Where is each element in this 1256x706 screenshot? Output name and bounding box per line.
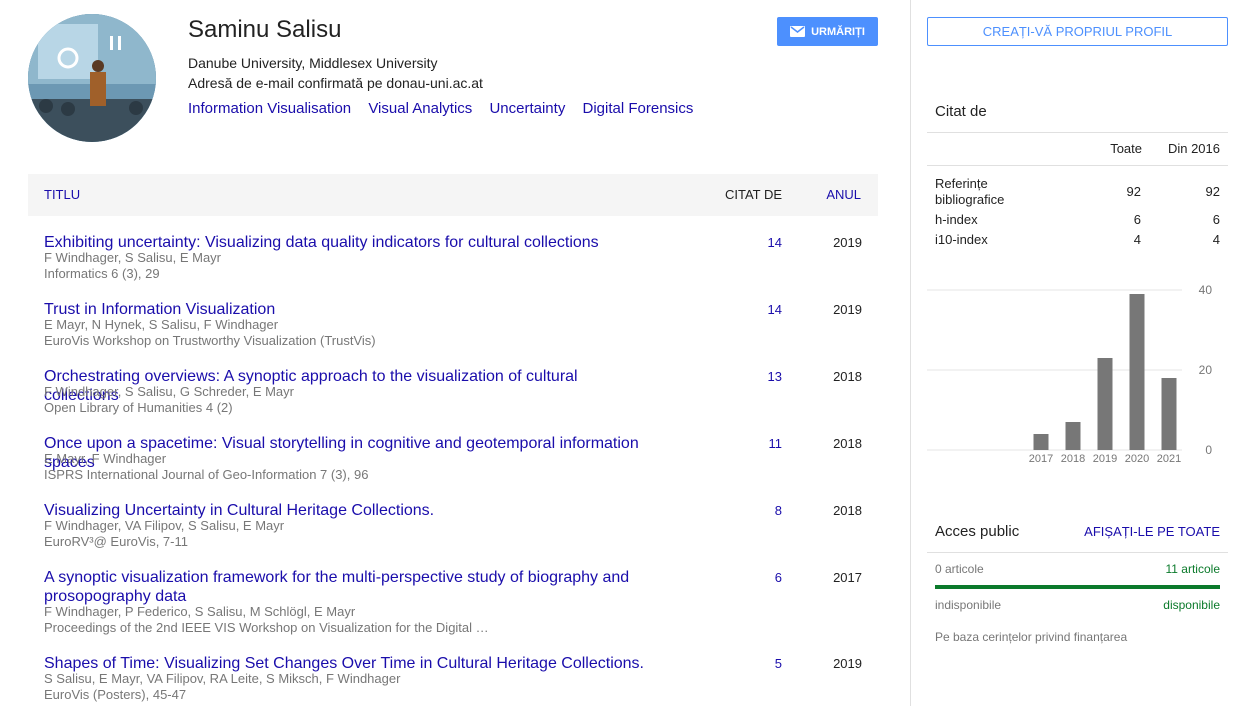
- available-count[interactable]: 11 articole: [1166, 562, 1220, 576]
- metric-all: 92: [1126, 184, 1141, 199]
- article-authors: F Windhager, S Salisu, E Mayr: [44, 250, 222, 265]
- article-row: Exhibiting uncertainty: Visualizing data…: [28, 224, 878, 291]
- citation-bar[interactable]: [1129, 294, 1145, 450]
- x-tick-label: 2020: [1125, 453, 1149, 465]
- articles-list: Exhibiting uncertainty: Visualizing data…: [28, 224, 878, 706]
- article-cited-by[interactable]: 11: [769, 436, 783, 451]
- citation-bar[interactable]: [1097, 358, 1113, 450]
- citations-row: Referințe bibliografice 92 92: [927, 176, 1228, 208]
- article-row: A synoptic visualization framework for t…: [28, 559, 878, 645]
- y-tick-label: 20: [1199, 363, 1213, 377]
- metric-label: i10-index: [935, 232, 988, 247]
- x-tick-label: 2018: [1061, 453, 1085, 465]
- view-all-link[interactable]: AFIȘAȚI-LE PE TOATE: [1084, 524, 1220, 539]
- public-access-title: Acces public: [935, 523, 1020, 540]
- article-authors: F Windhager, S Salisu, G Schreder, E May…: [44, 384, 294, 399]
- metric-since: 6: [1212, 212, 1220, 227]
- divider: [927, 132, 1228, 133]
- col-all-header: Toate: [1110, 141, 1142, 156]
- i10-index-row: i10-index 4 4: [927, 232, 1228, 248]
- divider: [927, 165, 1228, 166]
- follow-button-label: URMĂRIȚI: [811, 25, 865, 38]
- follow-button[interactable]: URMĂRIȚI: [777, 17, 878, 46]
- article-title[interactable]: A synoptic visualization framework for t…: [44, 568, 654, 606]
- profile-photo: [28, 14, 156, 142]
- article-year: 2019: [833, 656, 862, 671]
- profile-email-verified: Adresă de e-mail confirmată pe donau-uni…: [188, 75, 483, 91]
- available-label: disponibile: [1163, 598, 1220, 612]
- article-year: 2018: [833, 503, 862, 518]
- y-tick-label: 40: [1199, 283, 1213, 297]
- cited-by-title: Citat de: [935, 103, 987, 120]
- articles-table-header: TITLU CITAT DE ANUL: [28, 174, 878, 216]
- article-publication: EuroVis Workshop on Trustworthy Visualiz…: [44, 333, 376, 348]
- article-cited-by[interactable]: 14: [768, 235, 782, 250]
- research-interests: Information Visualisation Visual Analyti…: [188, 100, 706, 117]
- y-tick-label: 0: [1205, 443, 1212, 457]
- cited-by-header: CITAT DE: [725, 187, 783, 202]
- article-year: 2019: [833, 302, 862, 317]
- article-row: Orchestrating overviews: A synoptic appr…: [28, 358, 878, 425]
- sort-by-title[interactable]: TITLU: [44, 187, 80, 202]
- x-tick-label: 2019: [1093, 453, 1117, 465]
- article-cited-by[interactable]: 13: [768, 369, 782, 384]
- interest-link[interactable]: Visual Analytics: [368, 100, 472, 117]
- article-publication: ISPRS International Journal of Geo-Infor…: [44, 467, 369, 482]
- interest-link[interactable]: Information Visualisation: [188, 100, 351, 117]
- profile-name: Saminu Salisu: [188, 16, 342, 43]
- public-access-bar: [935, 585, 1220, 589]
- sidebar-divider: [910, 0, 911, 706]
- article-year: 2018: [833, 436, 862, 451]
- article-row: Shapes of Time: Visualizing Set Changes …: [28, 645, 878, 706]
- x-tick-label: 2017: [1029, 453, 1053, 465]
- x-tick-label: 2021: [1157, 453, 1181, 465]
- funding-note: Pe baza cerințelor privind finanțarea: [935, 630, 1128, 644]
- article-year: 2019: [833, 235, 862, 250]
- unavailable-count[interactable]: 0 articole: [935, 562, 984, 576]
- article-publication: Open Library of Humanities 4 (2): [44, 400, 233, 415]
- metric-label: h-index: [935, 212, 978, 227]
- article-publication: Proceedings of the 2nd IEEE VIS Workshop…: [44, 620, 489, 635]
- article-row: Visualizing Uncertainty in Cultural Heri…: [28, 492, 878, 559]
- article-cited-by[interactable]: 5: [775, 656, 782, 671]
- interest-link[interactable]: Digital Forensics: [583, 100, 694, 117]
- unavailable-label: indisponibile: [935, 598, 1002, 612]
- sort-by-year[interactable]: ANUL: [826, 187, 861, 202]
- article-publication: EuroVis (Posters), 45-47: [44, 687, 187, 702]
- article-publication: EuroRV³@ EuroVis, 7-11: [44, 534, 188, 549]
- mail-icon: [790, 26, 806, 37]
- metric-all: 4: [1133, 232, 1141, 247]
- article-year: 2017: [833, 570, 862, 585]
- interest-link[interactable]: Uncertainty: [489, 100, 565, 117]
- citation-bar[interactable]: [1161, 378, 1177, 450]
- profile-affiliation: Danube University, Middlesex University: [188, 55, 438, 71]
- divider: [927, 552, 1228, 553]
- article-authors: E Mayr, N Hynek, S Salisu, F Windhager: [44, 317, 279, 332]
- article-year: 2018: [833, 369, 862, 384]
- article-cited-by[interactable]: 6: [775, 570, 782, 585]
- article-authors: F Windhager, VA Filipov, S Salisu, E May…: [44, 518, 285, 533]
- citation-bar[interactable]: [1033, 434, 1049, 450]
- article-row: Trust in Information Visualization E May…: [28, 291, 878, 358]
- metric-since: 92: [1205, 184, 1220, 199]
- article-authors: E Mayr, F Windhager: [44, 451, 167, 466]
- article-authors: F Windhager, P Federico, S Salisu, M Sch…: [44, 604, 356, 619]
- col-since-header: Din 2016: [1167, 141, 1220, 156]
- citations-per-year-chart: 0 20 40 2017 2018 2019 2020 2021: [927, 283, 1213, 465]
- h-index-row: h-index 6 6: [927, 212, 1228, 228]
- article-authors: S Salisu, E Mayr, VA Filipov, RA Leite, …: [44, 671, 401, 686]
- article-publication: Informatics 6 (3), 29: [44, 266, 160, 281]
- metric-label: Referințe bibliografice: [935, 176, 1005, 207]
- citation-bar[interactable]: [1065, 422, 1081, 450]
- article-row: Once upon a spacetime: Visual storytelli…: [28, 425, 878, 492]
- article-cited-by[interactable]: 14: [768, 302, 782, 317]
- metric-since: 4: [1212, 232, 1220, 247]
- article-cited-by[interactable]: 8: [775, 503, 782, 518]
- create-profile-button[interactable]: CREAȚI-VĂ PROPRIUL PROFIL: [927, 17, 1228, 46]
- metric-all: 6: [1133, 212, 1141, 227]
